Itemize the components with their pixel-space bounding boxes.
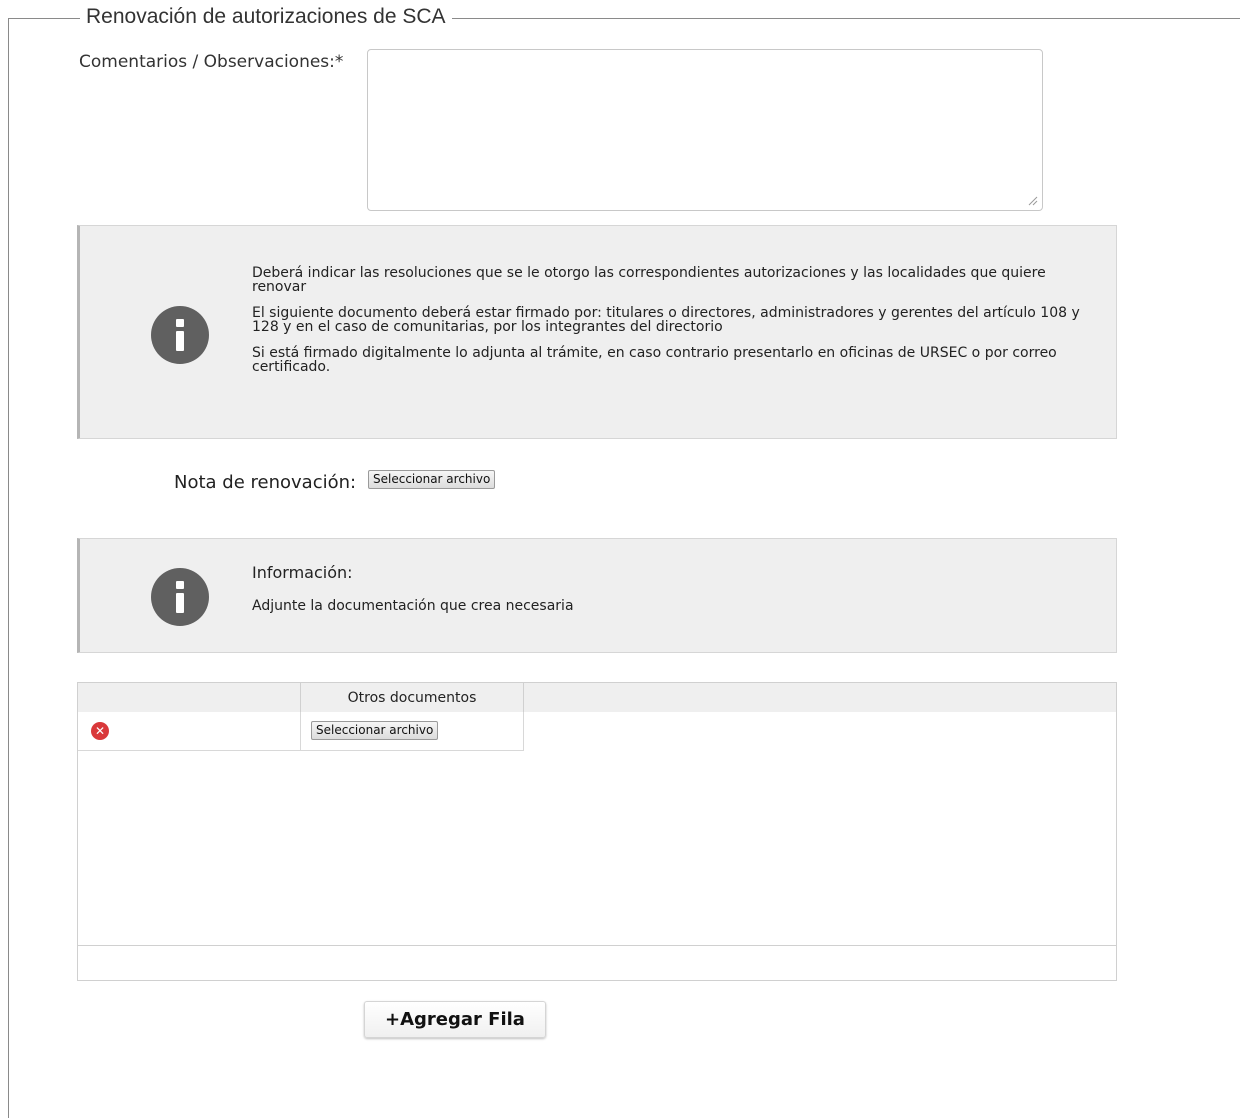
resize-grip-icon[interactable] xyxy=(1028,196,1038,206)
comments-label: Comentarios / Observaciones:* xyxy=(79,52,344,72)
grid-cell-file: Seleccionar archivo xyxy=(301,712,524,751)
grid-cell-delete: ✕ xyxy=(78,712,301,751)
info-paragraph: El siguiente documento deberá estar firm… xyxy=(252,305,1080,335)
info-box-informacion: Información: Adjunte la documentación qu… xyxy=(77,538,1117,653)
info-paragraph: Deberá indicar las resoluciones que se l… xyxy=(252,265,1046,295)
grid-header-otros-documentos: Otros documentos xyxy=(301,683,524,712)
info-box-requirements: Deberá indicar las resoluciones que se l… xyxy=(77,225,1117,439)
nota-renovacion-label: Nota de renovación: xyxy=(174,472,357,493)
info-paragraph: Si está firmado digitalmente lo adjunta … xyxy=(252,345,1057,375)
info-title: Información: xyxy=(252,563,353,582)
comments-textarea[interactable] xyxy=(367,49,1043,211)
documents-grid: Otros documentos ✕ Seleccionar archivo xyxy=(77,682,1117,981)
info-icon xyxy=(151,568,209,626)
grid-footer xyxy=(78,945,1116,980)
info-text-requirements: Deberá indicar las resoluciones que se l… xyxy=(252,266,1097,386)
row-file-button[interactable]: Seleccionar archivo xyxy=(311,721,439,740)
add-row-button[interactable]: +Agregar Fila xyxy=(364,1001,546,1038)
grid-header: Otros documentos xyxy=(78,683,1116,712)
info-text-informacion: Adjunte la documentación que crea necesa… xyxy=(252,598,574,614)
delete-icon[interactable]: ✕ xyxy=(91,722,109,740)
table-row: ✕ Seleccionar archivo xyxy=(78,712,524,751)
nota-file-button[interactable]: Seleccionar archivo xyxy=(368,470,496,489)
grid-header-blank xyxy=(78,683,301,712)
info-icon xyxy=(151,306,209,364)
fieldset-legend: Renovación de autorizaciones de SCA xyxy=(80,4,452,30)
